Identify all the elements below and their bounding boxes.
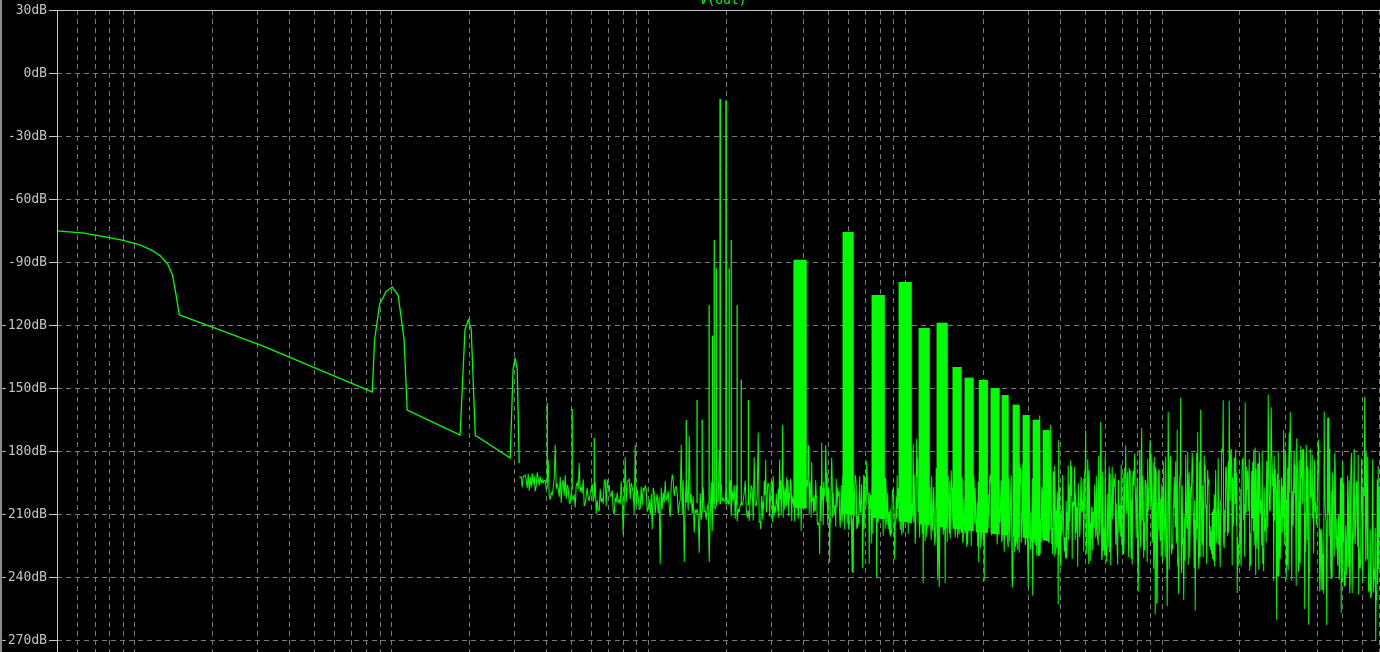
y-tick-label: -150dB xyxy=(0,380,47,396)
y-tick-label: -240dB xyxy=(0,569,47,585)
y-tick-label: 0dB xyxy=(23,65,47,81)
y-tick-label: -90dB xyxy=(7,254,47,270)
spectrum-traces xyxy=(56,99,1380,642)
y-tick-label: 30dB xyxy=(15,2,47,18)
y-tick-label: -30dB xyxy=(7,128,47,144)
trace-title[interactable]: V(out) xyxy=(0,0,1380,8)
y-tick-label: -180dB xyxy=(0,443,47,459)
y-tick-label: -210dB xyxy=(0,506,47,522)
y-tick-label: -270dB xyxy=(0,632,47,648)
fft-plot[interactable] xyxy=(0,0,1380,652)
y-tick-label: -60dB xyxy=(7,191,47,207)
low-frequency-trace xyxy=(56,230,520,464)
y-tick-label: -120dB xyxy=(0,317,47,333)
